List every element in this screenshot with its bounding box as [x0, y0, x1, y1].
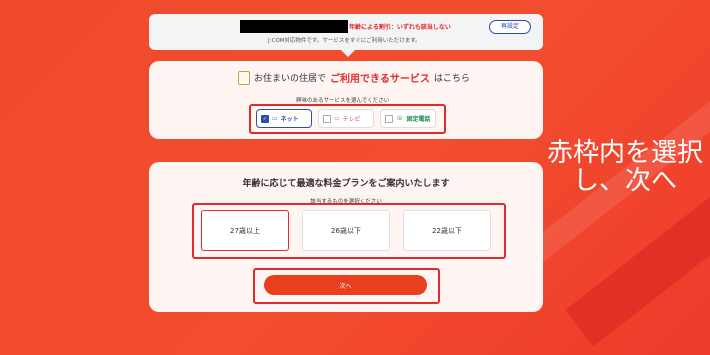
age-option-26-under[interactable]: 26歳以下: [302, 210, 390, 251]
heading-accent: ご利用できるサービス: [330, 74, 430, 85]
age-option-27-plus[interactable]: 27歳以上: [201, 210, 289, 251]
house-icon: [238, 70, 250, 85]
reset-button[interactable]: 再設定: [489, 20, 531, 34]
checkbox-checked-icon[interactable]: ✓: [261, 114, 269, 123]
option-label: 固定電話: [406, 116, 431, 123]
redacted-address: [240, 20, 348, 33]
option-label: テレビ: [342, 116, 361, 123]
tv-icon: ▭: [334, 115, 340, 122]
option-label: ネット: [280, 116, 299, 123]
instruction-line-1: 赤枠内を選択: [546, 138, 703, 168]
option-phone[interactable]: ☏ 固定電話: [380, 109, 436, 128]
heading-suffix: はこちら: [433, 74, 470, 84]
availability-note: J:COM対応物件です。サービスをすぐにご利用いただけます。: [268, 38, 421, 44]
monitor-icon: ▭: [272, 115, 278, 122]
option-net[interactable]: ✓ ▭ ネット: [256, 109, 312, 128]
heading-prefix: お住まいの住居で: [254, 74, 327, 84]
service-subheading: 興味のあるサービスを選んでください: [296, 98, 390, 104]
age-title: 年齢に応じて最適な料金プランをご案内いたします: [242, 179, 450, 189]
checkbox-icon[interactable]: [385, 114, 393, 123]
phone-icon: ☏: [396, 115, 404, 122]
instruction-line-2: し、次へ: [572, 166, 677, 196]
discount-status: 年齢による割引：いずれも該当しない: [349, 24, 451, 31]
info-bar-pointer: [341, 50, 355, 57]
service-heading: お住まいの住居で ご利用できるサービス はこちら: [238, 70, 470, 85]
instruction-overlay: 赤枠内を選択 し、次へ: [540, 139, 710, 195]
next-button[interactable]: 次へ: [264, 275, 427, 295]
checkbox-icon[interactable]: [323, 114, 331, 123]
option-tv[interactable]: ▭ テレビ: [318, 109, 374, 128]
age-option-22-under[interactable]: 22歳以下: [403, 210, 491, 251]
